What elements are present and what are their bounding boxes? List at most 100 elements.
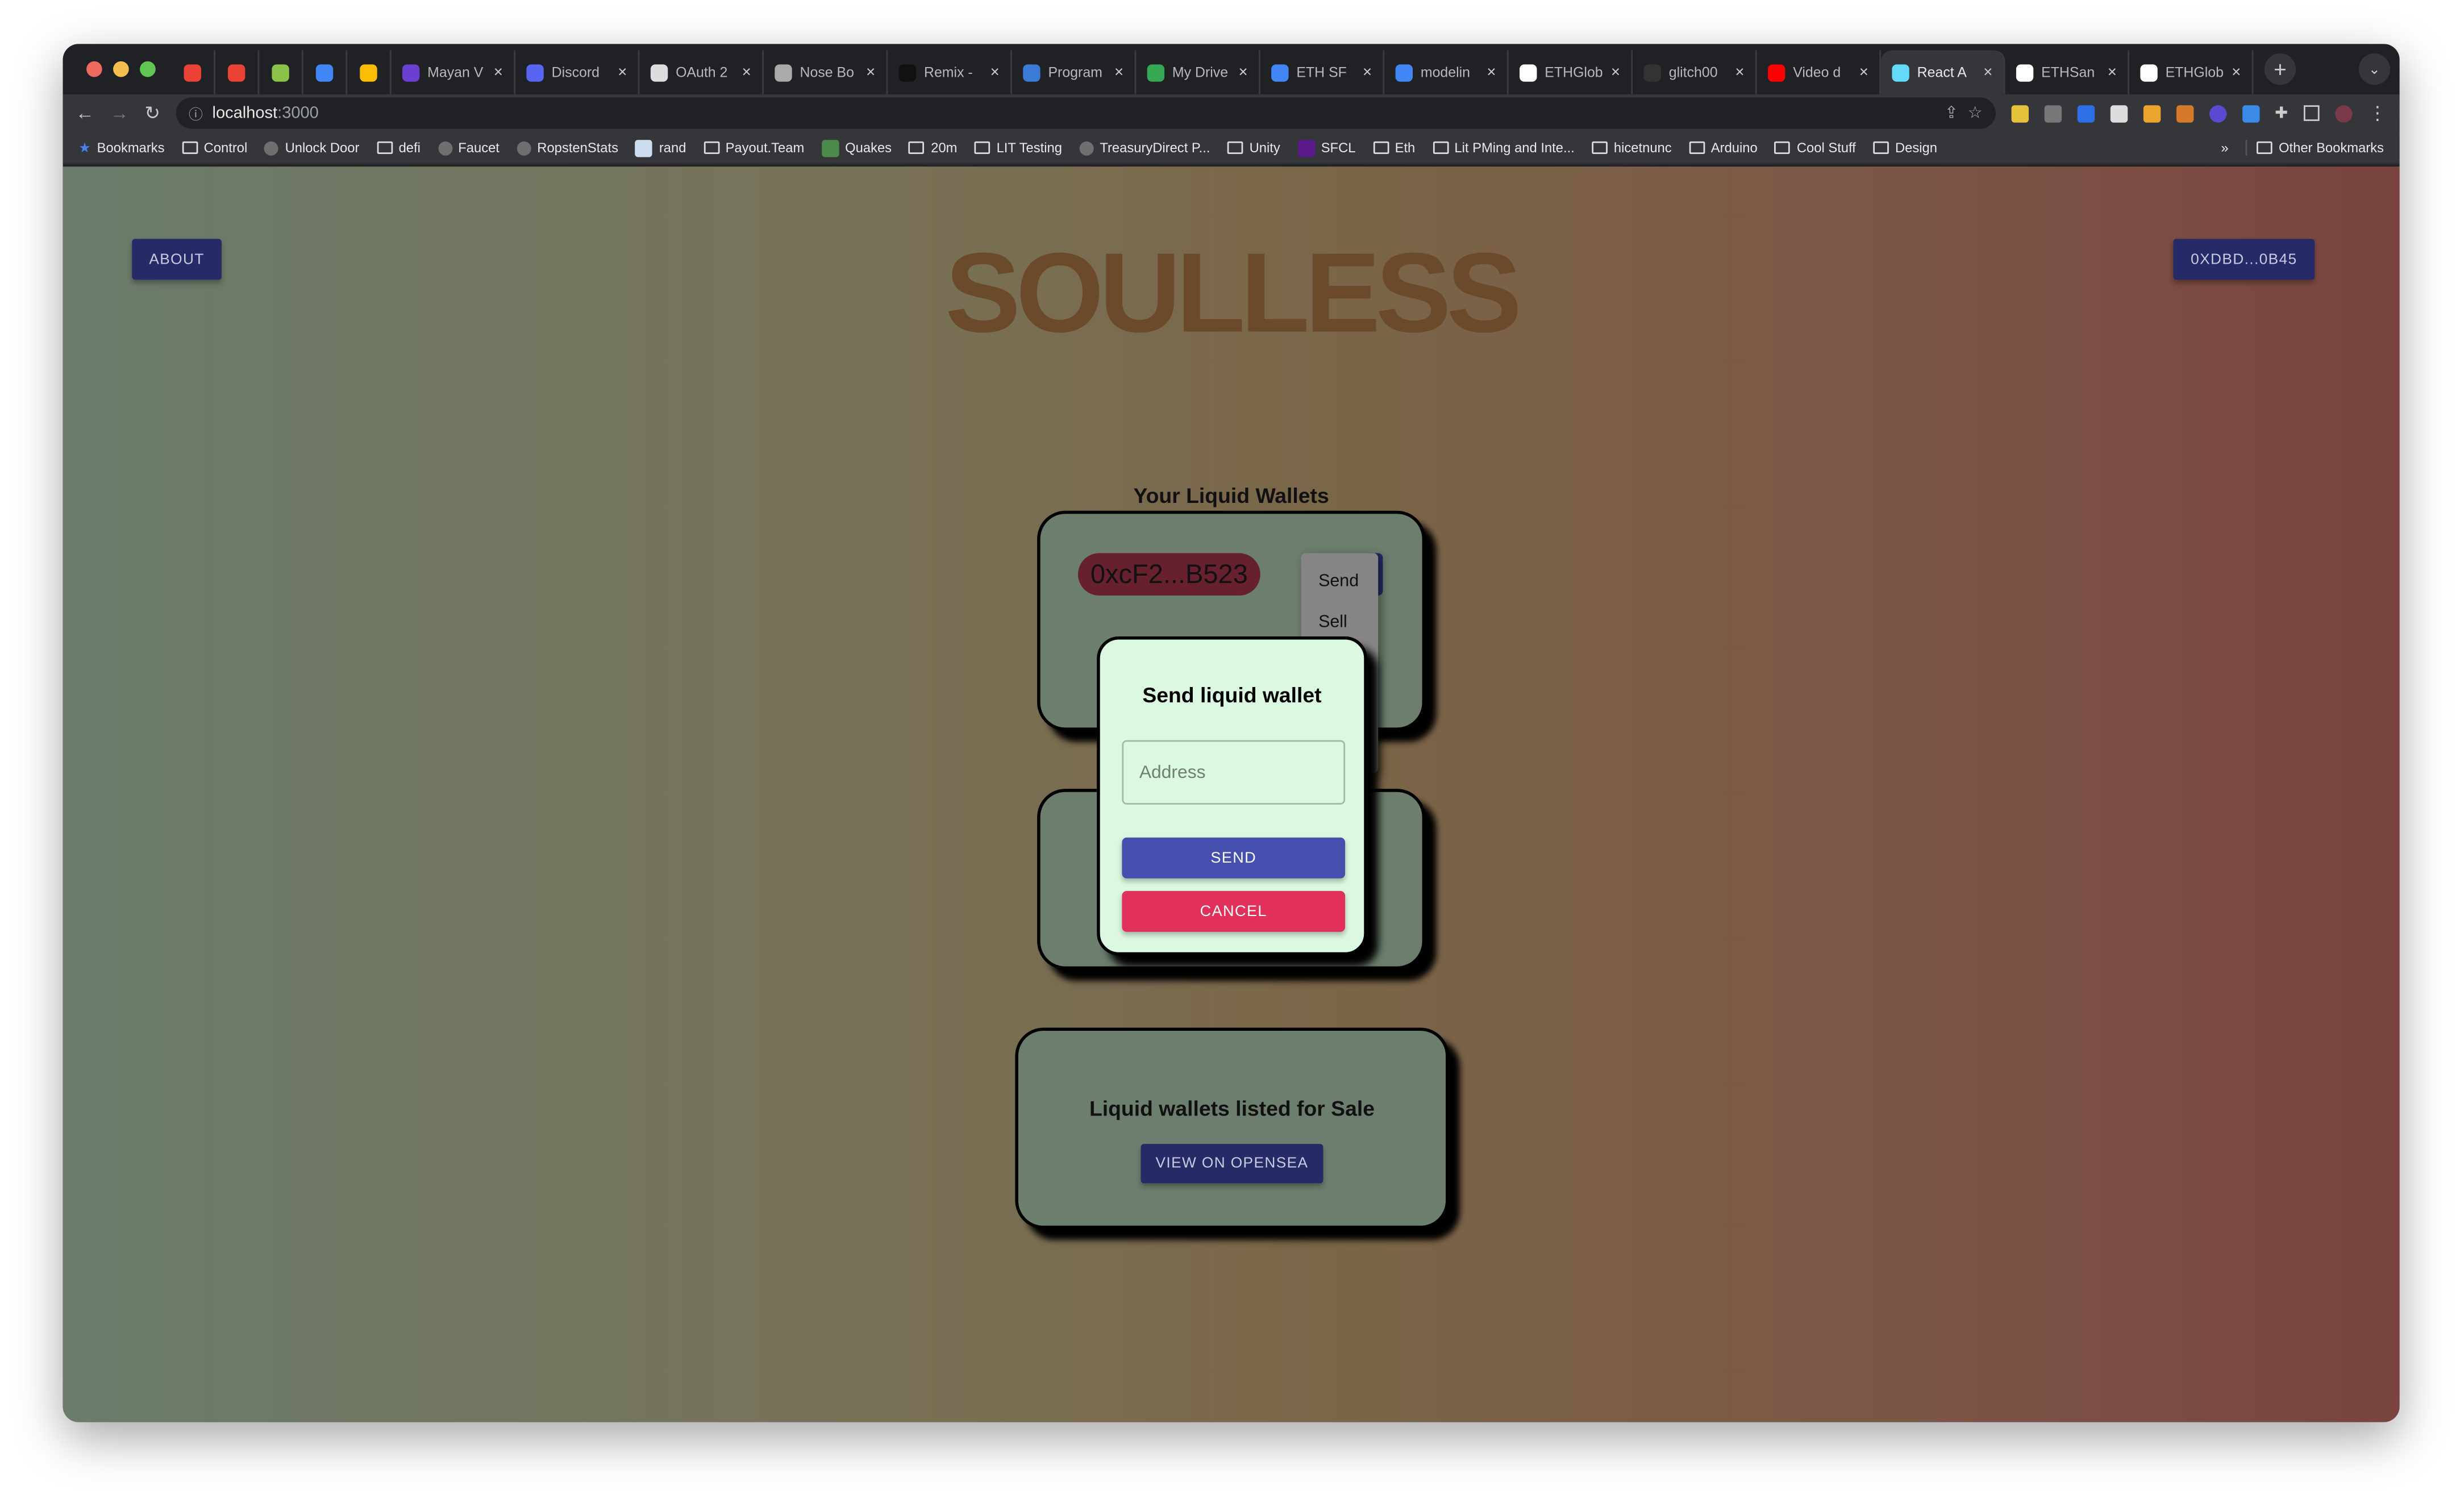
info-icon: ⓘ [189,106,203,122]
browser-tab[interactable]: Nose Bo × [764,50,888,94]
browser-tab[interactable]: Video d × [1757,50,1882,94]
star-icon[interactable]: ☆ [1968,104,1983,123]
close-tab-icon[interactable]: × [2108,64,2117,81]
profile-avatar[interactable] [2335,104,2353,122]
gmail-icon [227,63,245,81]
close-tab-icon[interactable]: × [2232,64,2241,81]
browser-tab[interactable] [171,50,215,94]
menu-item-send[interactable]: Send [1318,572,1359,591]
bookmark-label: Unlock Door [285,140,360,156]
browser-tab[interactable]: glitch00 × [1633,50,1757,94]
tab-search-button[interactable]: ⌄ [2358,53,2391,85]
close-tab-icon[interactable]: × [1859,64,1868,81]
bookmark-item[interactable]: defi [376,139,421,156]
tab-title: My Drive [1172,64,1229,81]
close-tab-icon[interactable]: × [866,64,875,81]
menu-icon[interactable]: ⋮ [2368,102,2387,124]
back-icon[interactable]: ← [76,102,94,124]
browser-tab[interactable]: Mayan V × [392,50,516,94]
browser-tab[interactable]: React A × [1881,50,2005,94]
browser-tab[interactable]: ETHGlob × [1509,50,1633,94]
forward-icon[interactable]: → [110,102,129,124]
browser-tab[interactable]: OAuth 2 × [639,50,764,94]
browser-tab[interactable] [347,50,392,94]
extension-icon[interactable] [2043,104,2061,122]
browser-tab[interactable]: Remix - × [888,50,1012,94]
bookmark-item[interactable]: Faucet [438,139,500,156]
address-bar[interactable]: ⓘ localhost:3000 ⇪ ☆ [176,97,1995,129]
bookmark-item[interactable]: Cool Stuff [1775,139,1856,156]
bookmark-item[interactable]: Unlock Door [264,139,360,156]
extension-icon[interactable] [2109,104,2128,122]
new-tab-button[interactable]: + [2264,53,2296,85]
close-tab-icon[interactable]: × [1238,64,1247,81]
browser-tab[interactable] [259,50,303,94]
browser-tab[interactable]: ETHSan × [2005,50,2129,94]
bookmark-item[interactable]: Arduino [1689,139,1758,156]
close-tab-icon[interactable]: × [742,64,751,81]
reload-icon[interactable]: ↻ [144,102,160,124]
close-tab-icon[interactable]: × [990,64,1000,81]
browser-tab[interactable] [215,50,260,94]
menu-item-sell[interactable]: Sell [1318,613,1347,631]
bookmark-item[interactable]: Payout.Team [703,139,804,156]
folder-icon [703,141,719,154]
bookmark-item[interactable]: SFCL [1297,139,1355,157]
bookmark-item[interactable]: Lit PMing and Inte... [1432,139,1575,156]
browser-tab[interactable]: Discord × [515,50,640,94]
extension-icon[interactable] [2076,104,2095,122]
metamask-icon[interactable] [2175,104,2194,122]
bookmark-item[interactable]: rand [635,139,686,157]
folder-icon [1227,141,1243,154]
tab-title: ETHSan [2041,64,2095,81]
browser-tab[interactable]: Program × [1012,50,1137,94]
extension-icon[interactable] [2011,104,2028,122]
maximize-window-button[interactable] [140,61,156,77]
wallet-address-pill[interactable]: 0xcF2...B523 [1077,553,1260,596]
browser-tab[interactable] [303,50,348,94]
minimize-window-button[interactable] [113,61,129,77]
other-bookmarks[interactable]: Other Bookmarks [2245,140,2384,156]
close-window-button[interactable] [86,61,102,77]
bookmark-item[interactable]: Unity [1227,139,1280,156]
sidepanel-icon[interactable] [2303,105,2320,121]
bookmark-item[interactable]: LIT Testing [974,139,1062,156]
browser-tab[interactable]: ETHGlob × [2129,50,2254,94]
browser-tab[interactable]: ETH SF × [1260,50,1385,94]
extension-icon[interactable] [2208,104,2226,122]
close-tab-icon[interactable]: × [1611,64,1620,81]
tab-title: Program [1048,64,1102,81]
bookmark-label: Unity [1249,140,1280,156]
browser-tab[interactable]: My Drive × [1136,50,1260,94]
bookmark-item[interactable]: Eth [1372,139,1415,156]
address-input[interactable] [1122,740,1346,805]
bookmark-item[interactable]: hicetnunc [1592,139,1672,156]
close-tab-icon[interactable]: × [1487,64,1496,81]
bookmark-item[interactable]: Design [1873,139,1937,156]
cancel-button[interactable]: CANCEL [1122,890,1346,932]
close-tab-icon[interactable]: × [1983,64,1992,81]
close-tab-icon[interactable]: × [1735,64,1744,81]
bookmark-item[interactable]: RopstenStats [517,139,618,156]
bookmark-item[interactable]: Quakes [821,139,892,157]
bookmark-item[interactable]: Control [181,139,247,156]
bookmark-item[interactable]: 20m [909,139,957,156]
send-button[interactable]: SEND [1122,837,1346,879]
puzzle-icon[interactable]: ✚ [2275,105,2288,122]
bookmark-item[interactable]: TreasuryDirect P... [1079,139,1210,156]
window-controls [63,61,172,77]
close-tab-icon[interactable]: × [1114,64,1123,81]
bookmark-item[interactable]: ★ Bookmarks [78,139,164,156]
app-content: ABOUT 0XDBD...0B45 SOULLESS Your Liquid … [63,166,2400,1422]
key-extension-icon[interactable] [2142,104,2161,122]
view-on-opensea-button[interactable]: VIEW ON OPENSEA [1141,1144,1323,1184]
share-icon[interactable]: ⇪ [1945,104,1958,123]
youtube-icon [1767,63,1785,81]
close-tab-icon[interactable]: × [1363,64,1372,81]
ethglobal-icon [2016,63,2034,81]
bookmarks-overflow-button[interactable]: » [2221,140,2228,156]
browser-tab[interactable]: modelin × [1384,50,1509,94]
close-tab-icon[interactable]: × [494,64,503,81]
close-tab-icon[interactable]: × [618,64,627,81]
extension-icon[interactable] [2242,104,2259,122]
